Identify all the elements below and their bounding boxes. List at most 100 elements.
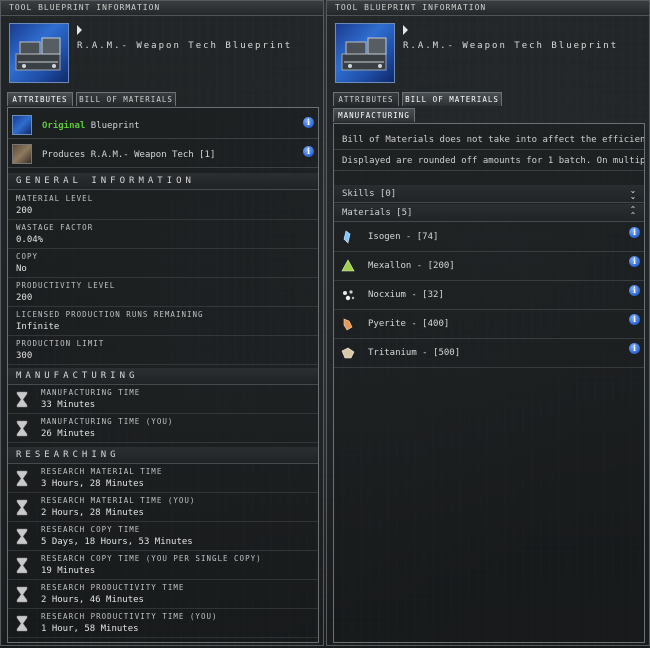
- attr-value: No: [16, 264, 27, 274]
- blueprint-info-window-attributes: TOOL BLUEPRINT INFORMATION R.A.M.- Weapo…: [0, 0, 324, 646]
- hourglass-icon: [16, 528, 28, 545]
- material-row-pyerite[interactable]: Pyerite - [400] i: [334, 310, 644, 339]
- blueprint-label: Blueprint: [85, 121, 140, 131]
- attr-copy: COPY No: [8, 249, 318, 278]
- tab-manufacturing[interactable]: MANUFACTURING: [333, 108, 415, 122]
- mexallon-icon: [341, 259, 355, 272]
- time-value: 2 Hours, 46 Minutes: [41, 595, 144, 605]
- chevron-double-up-icon[interactable]: ⌃ ⌃: [628, 206, 638, 220]
- time-manufacturing: MANUFACTURING TIME 33 Minutes: [8, 385, 318, 414]
- window-title[interactable]: TOOL BLUEPRINT INFORMATION: [327, 1, 649, 16]
- expand-arrow-icon[interactable]: [77, 25, 82, 35]
- item-header: R.A.M.- Weapon Tech Blueprint: [333, 17, 643, 87]
- material-row-mexallon[interactable]: Mexallon - [200] i: [334, 252, 644, 281]
- pyerite-icon: [343, 318, 353, 331]
- time-label: RESEARCH MATERIAL TIME (YOU): [41, 496, 196, 505]
- info-icon[interactable]: i: [303, 117, 314, 128]
- material-row-tritanium[interactable]: Tritanium - [500] i: [334, 339, 644, 368]
- time-research-productivity-you: RESEARCH PRODUCTIVITY TIME (YOU) 1 Hour,…: [8, 609, 318, 638]
- attr-wastage-factor: WASTAGE FACTOR 0.04%: [8, 220, 318, 249]
- attr-productivity-level: PRODUCTIVITY LEVEL 200: [8, 278, 318, 307]
- tab-bill-of-materials[interactable]: BILL OF MATERIALS: [402, 92, 502, 106]
- time-research-material-you: RESEARCH MATERIAL TIME (YOU) 2 Hours, 28…: [8, 493, 318, 522]
- attr-label: PRODUCTION LIMIT: [16, 339, 105, 348]
- time-value: 26 Minutes: [41, 429, 96, 439]
- material-row-isogen[interactable]: Isogen - [74] i: [334, 223, 644, 252]
- original-label: Original: [42, 121, 86, 131]
- time-research-material: RESEARCH MATERIAL TIME 3 Hours, 28 Minut…: [8, 464, 318, 493]
- attributes-panel: Original Blueprint i Produces R.A.M.- We…: [7, 107, 319, 643]
- chevron-double-down-icon[interactable]: ⌄ ⌄: [628, 187, 638, 201]
- window-title[interactable]: TOOL BLUEPRINT INFORMATION: [1, 1, 323, 16]
- blueprint-icon[interactable]: [9, 23, 69, 83]
- material-row-nocxium[interactable]: Nocxium - [32] i: [334, 281, 644, 310]
- expand-arrow-icon[interactable]: [403, 25, 408, 35]
- bill-of-materials-panel: Bill of Materials does not take into aff…: [333, 123, 645, 643]
- blueprint-icon[interactable]: [335, 23, 395, 83]
- section-researching: RESEARCHING: [8, 447, 318, 464]
- hourglass-icon: [16, 615, 28, 632]
- item-header: R.A.M.- Weapon Tech Blueprint: [7, 17, 317, 87]
- attr-value: 200: [16, 206, 33, 216]
- time-research-copy-you: RESEARCH COPY TIME (YOU PER SINGLE COPY)…: [8, 551, 318, 580]
- materials-group-header[interactable]: Materials [5] ⌃ ⌃: [334, 204, 644, 222]
- isogen-icon: [343, 230, 351, 244]
- attr-value: 0.04%: [16, 235, 44, 245]
- material-label: Pyerite - [400]: [368, 319, 450, 329]
- attr-label: WASTAGE FACTOR: [16, 223, 94, 232]
- attr-label: PRODUCTIVITY LEVEL: [16, 281, 116, 290]
- time-manufacturing-you: MANUFACTURING TIME (YOU) 26 Minutes: [8, 414, 318, 443]
- attr-label: LICENSED PRODUCTION RUNS REMAINING: [16, 310, 204, 319]
- produces-text: Produces R.A.M.- Weapon Tech [1]: [42, 150, 216, 160]
- time-label: RESEARCH PRODUCTIVITY TIME (YOU): [41, 612, 218, 621]
- blueprint-type-row: Original Blueprint i: [8, 111, 318, 139]
- material-label: Nocxium - [32]: [368, 290, 444, 300]
- attr-label: MATERIAL LEVEL: [16, 194, 94, 203]
- attr-value: 300: [16, 351, 33, 361]
- time-value: 5 Days, 18 Hours, 53 Minutes: [41, 537, 193, 547]
- time-label: RESEARCH COPY TIME (YOU PER SINGLE COPY): [41, 554, 262, 563]
- time-research-copy: RESEARCH COPY TIME 5 Days, 18 Hours, 53 …: [8, 522, 318, 551]
- info-icon[interactable]: i: [629, 343, 640, 354]
- blueprint-small-icon: [12, 115, 32, 135]
- blueprint-info-window-bom: TOOL BLUEPRINT INFORMATION R.A.M.- Weapo…: [326, 0, 650, 646]
- time-value: 2 Hours, 28 Minutes: [41, 508, 144, 518]
- nocxium-icon: [343, 290, 355, 301]
- item-name: R.A.M.- Weapon Tech Blueprint: [403, 41, 619, 51]
- attr-value: Infinite: [16, 322, 60, 332]
- hourglass-icon: [16, 499, 28, 516]
- info-icon[interactable]: i: [629, 256, 640, 267]
- skills-group-label: Skills [0]: [342, 189, 397, 199]
- attr-production-limit: PRODUCTION LIMIT 300: [8, 336, 318, 365]
- time-label: RESEARCH PRODUCTIVITY TIME: [41, 583, 185, 592]
- info-icon[interactable]: i: [303, 146, 314, 157]
- section-manufacturing: MANUFACTURING: [8, 368, 318, 385]
- info-icon[interactable]: i: [629, 227, 640, 238]
- time-value: 1 Hour, 58 Minutes: [41, 624, 139, 634]
- time-label: RESEARCH MATERIAL TIME: [41, 467, 163, 476]
- bom-note-rounding: Displayed are rounded off amounts for 1 …: [334, 152, 644, 171]
- tab-attributes[interactable]: ATTRIBUTES: [7, 92, 73, 106]
- tab-attributes[interactable]: ATTRIBUTES: [333, 92, 399, 106]
- time-label: MANUFACTURING TIME (YOU): [41, 417, 174, 426]
- attr-value: 200: [16, 293, 33, 303]
- bom-note-efficiency: Bill of Materials does not take into aff…: [334, 131, 644, 150]
- skills-group-header[interactable]: Skills [0] ⌄ ⌄: [334, 185, 644, 203]
- attr-label: COPY: [16, 252, 39, 261]
- product-icon: [12, 144, 32, 164]
- materials-group-label: Materials [5]: [342, 208, 413, 218]
- tab-bill-of-materials[interactable]: BILL OF MATERIALS: [76, 92, 176, 106]
- material-label: Isogen - [74]: [368, 232, 439, 242]
- hourglass-icon: [16, 391, 28, 408]
- time-label: MANUFACTURING TIME: [41, 388, 141, 397]
- hourglass-icon: [16, 586, 28, 603]
- time-research-productivity: RESEARCH PRODUCTIVITY TIME 2 Hours, 46 M…: [8, 580, 318, 609]
- attr-material-level: MATERIAL LEVEL 200: [8, 191, 318, 220]
- material-label: Tritanium - [500]: [368, 348, 461, 358]
- info-icon[interactable]: i: [629, 314, 640, 325]
- time-value: 19 Minutes: [41, 566, 96, 576]
- material-label: Mexallon - [200]: [368, 261, 455, 271]
- hourglass-icon: [16, 470, 28, 487]
- hourglass-icon: [16, 420, 28, 437]
- info-icon[interactable]: i: [629, 285, 640, 296]
